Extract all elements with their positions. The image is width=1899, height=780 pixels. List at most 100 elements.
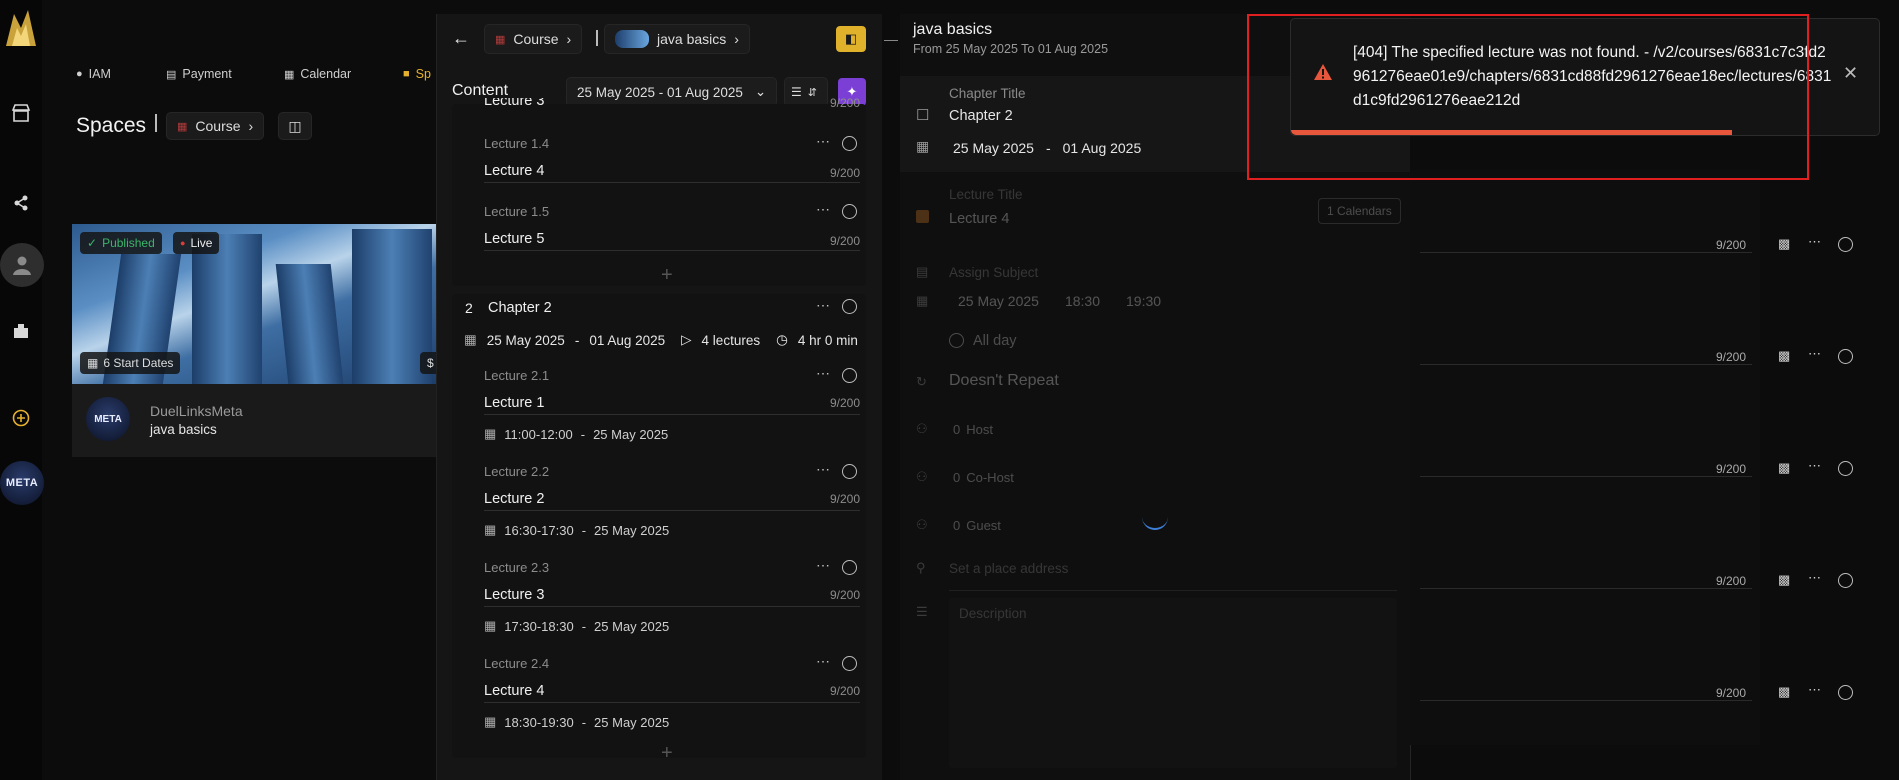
- more-options-icon[interactable]: ⋯: [1808, 570, 1821, 586]
- more-options-icon[interactable]: ⋯: [1808, 682, 1821, 698]
- list-item[interactable]: Lecture 2.2 ⋯ Lecture 2 9/200 ▦ 16:30-17…: [484, 461, 860, 540]
- status-circle-icon[interactable]: [842, 299, 857, 314]
- more-options-icon[interactable]: ⋯: [816, 461, 831, 478]
- nav-iam[interactable]: ● IAM: [76, 66, 111, 82]
- text-cursor-icon: ⌈: [1441, 78, 1447, 93]
- nav-payment[interactable]: ▤ Payment: [166, 66, 232, 82]
- calendars-badge[interactable]: 1 Calendars: [1318, 198, 1401, 224]
- chevron-right-icon: ›: [566, 31, 572, 47]
- lecture-title-label: Lecture Title: [949, 187, 1023, 202]
- nav-calendar-label: Calendar: [300, 67, 352, 81]
- share-icon[interactable]: [8, 190, 34, 216]
- status-circle-icon[interactable]: [1838, 685, 1853, 700]
- store-icon[interactable]: [8, 100, 34, 126]
- status-circle-icon[interactable]: [842, 368, 857, 383]
- more-options-icon[interactable]: ⋯: [816, 557, 831, 574]
- published-badge: ✓ Published: [80, 232, 162, 254]
- list-item[interactable]: Lecture 2.4 ⋯ Lecture 4 9/200 ▦ 18:30-19…: [484, 653, 860, 732]
- lecture-title: Lecture 1: [484, 395, 545, 411]
- lecture-time: 11:00-12:00: [504, 426, 573, 442]
- status-circle-icon[interactable]: [1838, 573, 1853, 588]
- status-circle-icon[interactable]: [1838, 237, 1853, 252]
- layout-toggle-button[interactable]: ◫: [278, 112, 312, 140]
- cohost-count: 0: [953, 470, 961, 485]
- back-arrow-icon[interactable]: ←: [452, 28, 470, 49]
- lecture-count: 9/200: [829, 588, 860, 602]
- chapter-title[interactable]: Chapter 2: [488, 300, 552, 316]
- lecture-title: Lecture 5: [484, 231, 545, 247]
- date-separator: -: [1045, 140, 1051, 156]
- mid-breadcrumb-course[interactable]: ▦ Course ›: [484, 24, 583, 54]
- more-options-icon[interactable]: ⋯: [816, 653, 831, 670]
- nav-spaces[interactable]: ■ Sp: [403, 66, 431, 82]
- status-circle-icon[interactable]: [842, 464, 857, 479]
- live-dot-icon: ●: [180, 238, 186, 248]
- location-icon: ⚲: [916, 560, 926, 575]
- host-field[interactable]: 0 Host: [953, 422, 993, 437]
- more-options-icon[interactable]: ⋯: [816, 365, 831, 382]
- workspace-logo[interactable]: META: [0, 461, 44, 505]
- file-icon[interactable]: ▩: [1778, 684, 1790, 700]
- description-placeholder: Description: [959, 606, 1027, 621]
- chapter-title-label: Chapter Title: [949, 86, 1026, 101]
- title-divider: [155, 114, 157, 132]
- more-options-icon[interactable]: ⋯: [816, 297, 831, 314]
- file-icon[interactable]: ▩: [1778, 572, 1790, 588]
- library-icon[interactable]: [8, 318, 34, 344]
- divider: [484, 702, 860, 703]
- lecture-datetime[interactable]: 25 May 2025 18:30 19:30: [958, 293, 1161, 309]
- app-logo[interactable]: [2, 6, 40, 50]
- status-circle-icon[interactable]: [842, 136, 857, 151]
- list-item[interactable]: Lecture 2.1 ⋯ Lecture 1 9/200 ▦ 11:00-12…: [484, 365, 860, 444]
- chevron-right-icon: ›: [248, 118, 254, 134]
- more-options-icon[interactable]: ⋯: [1808, 458, 1821, 474]
- chapter-start: 25 May 2025: [953, 140, 1034, 156]
- status-circle-icon[interactable]: [1838, 349, 1853, 364]
- list-item[interactable]: Lecture 3 9/200: [484, 98, 860, 112]
- file-icon[interactable]: ▩: [1778, 460, 1790, 476]
- chapter-title-value[interactable]: Chapter 2: [949, 108, 1013, 124]
- more-options-icon[interactable]: ⋯: [1808, 346, 1821, 362]
- nav-iam-label: IAM: [88, 67, 111, 81]
- more-options-icon[interactable]: ⋯: [816, 133, 831, 150]
- lecture-end-time: 19:30: [1126, 293, 1162, 309]
- lecture-date: 25 May 2025: [593, 426, 669, 442]
- lecture-count: 9/200: [829, 166, 860, 180]
- course-icon: ▦: [495, 33, 506, 46]
- nav-calendar[interactable]: ▦ Calendar: [284, 66, 351, 82]
- lecture-title-value[interactable]: Lecture 4: [949, 211, 1009, 227]
- status-circle-icon[interactable]: [842, 560, 857, 575]
- more-options-icon[interactable]: ⋯: [816, 201, 831, 218]
- add-circle-icon[interactable]: [8, 405, 34, 431]
- mid-breadcrumb-item[interactable]: java basics ›: [604, 24, 750, 54]
- list-item[interactable]: Lecture 2.3 ⋯ Lecture 3 9/200 ▦ 17:30-18…: [484, 557, 860, 636]
- assign-subject[interactable]: Assign Subject: [949, 265, 1038, 280]
- user-avatar[interactable]: [0, 243, 44, 287]
- guest-field[interactable]: 0 Guest: [953, 518, 1001, 533]
- calendar-icon: ▦: [916, 293, 929, 308]
- status-circle-icon[interactable]: [842, 656, 857, 671]
- host-icon: ⚇: [916, 421, 928, 436]
- status-circle-icon[interactable]: [1838, 461, 1853, 476]
- space-card[interactable]: ✓ Published ● Live ▦ 6 Start Dates $ MET…: [72, 224, 436, 457]
- close-icon[interactable]: ✕: [1843, 63, 1858, 84]
- place-input[interactable]: Set a place address: [949, 561, 1068, 576]
- cohost-field[interactable]: 0 Co-Host: [953, 470, 1014, 485]
- sidebar-toggle-button[interactable]: ◧: [836, 26, 866, 52]
- description-textarea[interactable]: Description: [949, 598, 1397, 768]
- repeat-select[interactable]: Doesn't Repeat: [949, 372, 1059, 390]
- chapter-date-range[interactable]: 25 May 2025 - 01 Aug 2025: [953, 140, 1141, 156]
- file-icon[interactable]: ▩: [1778, 348, 1790, 364]
- more-options-icon[interactable]: ⋯: [1808, 234, 1821, 250]
- status-circle-icon[interactable]: [842, 204, 857, 219]
- add-lecture-icon[interactable]: +: [661, 742, 673, 765]
- row-count: 9/200: [1716, 238, 1747, 252]
- highlight-box: [1247, 14, 1809, 180]
- list-item[interactable]: Lecture 1.4 ⋯ Lecture 4 9/200: [484, 133, 860, 184]
- breadcrumb[interactable]: ▦ Course ›: [166, 112, 265, 140]
- price-badge: $: [420, 352, 436, 374]
- add-lecture-icon[interactable]: +: [661, 264, 673, 287]
- file-icon[interactable]: ▩: [1778, 236, 1790, 252]
- list-item[interactable]: Lecture 1.5 ⋯ Lecture 5 9/200: [484, 201, 860, 252]
- all-day-radio[interactable]: [949, 333, 964, 348]
